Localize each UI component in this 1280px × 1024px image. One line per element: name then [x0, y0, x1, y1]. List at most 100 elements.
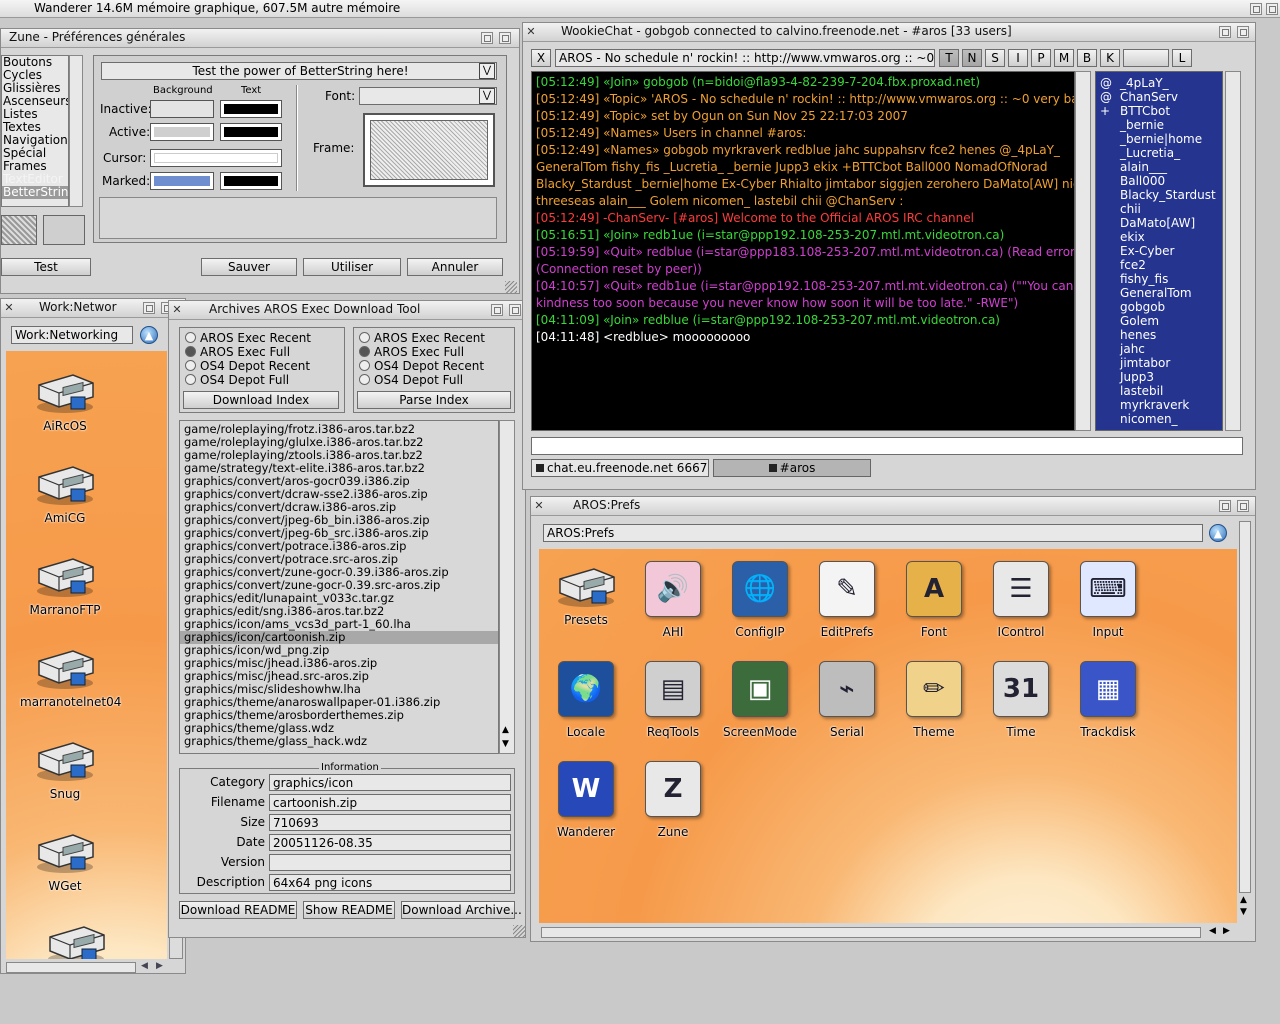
work-drawer-icon[interactable]: MarranoFTP [20, 551, 110, 617]
nick-list-item[interactable]: alain___ [1100, 160, 1218, 174]
download-archive-button[interactable]: Download Archive... [401, 901, 522, 919]
nick-list-item[interactable]: fce2 [1100, 258, 1218, 272]
work-titlebar[interactable]: ✕ Work:Networ [1, 299, 185, 318]
source-radio-option[interactable]: AROS Exec Full [185, 345, 311, 359]
prefs-icon[interactable]: ⌁ Serial [802, 661, 892, 739]
chat-log[interactable]: [05:12:49] «Join» gobgob (n=bidoi@fla93-… [531, 71, 1075, 431]
prefs-category-list[interactable]: Boutons Cycles Glissières Ascenseurs Listes T… [1, 55, 69, 207]
channel-mode-button[interactable]: M [1054, 49, 1074, 67]
inactive-bg-swatch[interactable] [150, 100, 214, 118]
nick-list-item[interactable]: myrkraverk [1100, 398, 1218, 412]
work-close-icon[interactable]: ✕ [3, 302, 15, 314]
nick-list-scrollbar[interactable] [1225, 71, 1241, 431]
work-drawer-icon[interactable]: marranotelnet04 [20, 643, 121, 709]
source-radio-option[interactable]: OS4 Depot Full [359, 373, 485, 387]
server-tab[interactable]: chat.eu.freenode.net 6667 no [531, 459, 709, 477]
frame-preview-button[interactable] [363, 113, 495, 187]
nick-list-item[interactable]: lastebil [1100, 384, 1218, 398]
info-value[interactable]: 20051126-08.35 [269, 834, 511, 851]
aros-prefs-scroll-right-icon[interactable]: ▶ [1223, 926, 1230, 936]
work-parent-icon[interactable]: ▲ [140, 326, 158, 344]
prefs-icon[interactable]: 🌍 Locale [541, 661, 631, 739]
nick-list-item[interactable]: _bernie [1100, 118, 1218, 132]
prefs-icon[interactable]: ✏ Theme [889, 661, 979, 739]
prefs-icon[interactable]: W Wanderer [541, 761, 631, 839]
show-readme-button[interactable]: Show README [303, 901, 395, 919]
file-list-up-icon[interactable]: ▲ [502, 725, 509, 735]
info-value[interactable] [269, 854, 511, 871]
aros-prefs-parent-icon[interactable]: ▲ [1209, 524, 1227, 542]
active-text-swatch[interactable] [220, 123, 282, 141]
source-radio-option[interactable]: OS4 Depot Full [185, 373, 311, 387]
prefs-icon[interactable]: ⌨ Input [1063, 561, 1153, 639]
nick-list-item[interactable]: GeneralTom [1100, 286, 1218, 300]
chat-input-field[interactable] [531, 437, 1243, 455]
download-index-button[interactable]: Download Index [183, 391, 339, 409]
source-radio-option[interactable]: OS4 Depot Recent [185, 359, 311, 373]
prefs-resize-handle[interactable] [505, 281, 517, 293]
nick-list-item[interactable]: + BTTCbot [1100, 104, 1218, 118]
marked-text-swatch[interactable] [220, 172, 282, 190]
nick-list-item[interactable]: Ex-Cyber [1100, 244, 1218, 258]
nick-list-item[interactable]: gobgob [1100, 300, 1218, 314]
archives-depth-button[interactable] [509, 304, 521, 316]
source-radio-option[interactable]: AROS Exec Recent [185, 331, 311, 345]
archives-resize-handle[interactable] [513, 925, 525, 937]
nick-list-item[interactable]: Ball000 [1100, 174, 1218, 188]
aros-prefs-close-icon[interactable]: ✕ [533, 500, 545, 512]
channel-mode-button[interactable]: P [1031, 49, 1051, 67]
nick-list-item[interactable]: Golem [1100, 314, 1218, 328]
nick-list-item[interactable]: nicomen_ [1100, 412, 1218, 426]
sample-dropdown-icon[interactable]: ⋁ [479, 63, 495, 79]
channel-mode-button[interactable]: I [1008, 49, 1028, 67]
info-value[interactable]: 710693 [269, 814, 511, 831]
prefs-icon[interactable]: ▣ ScreenMode [715, 661, 805, 739]
info-value[interactable]: graphics/icon [269, 774, 511, 791]
aros-prefs-titlebar[interactable]: ✕ AROS:Prefs [531, 497, 1255, 516]
font-popup-icon[interactable]: ⋁ [479, 88, 495, 104]
prefs-icon[interactable]: 🔊 AHI [628, 561, 718, 639]
aros-prefs-zoom-button[interactable] [1219, 500, 1231, 512]
source-radio-option[interactable]: OS4 Depot Recent [359, 359, 485, 373]
channel-tab[interactable]: #aros [713, 459, 871, 477]
prefs-icon[interactable]: 31 Time [976, 661, 1066, 739]
nick-list-item[interactable]: Jupp3 [1100, 370, 1218, 384]
inactive-text-swatch[interactable] [220, 100, 282, 118]
channel-mode-button[interactable] [1123, 49, 1169, 67]
source-radio-option[interactable]: AROS Exec Full [359, 345, 485, 359]
download-readme-button[interactable]: Download README [179, 901, 297, 919]
aros-prefs-vscrollbar[interactable] [1239, 521, 1251, 893]
chat-log-scrollbar[interactable] [1075, 71, 1091, 431]
font-field[interactable] [359, 87, 497, 105]
prefs-titlebar[interactable]: Zune - Préférences générales [1, 29, 519, 48]
channel-mode-button[interactable]: L [1172, 49, 1192, 67]
file-list[interactable]: game/roleplaying/frotz.i386-aros.tar.bz2… [179, 420, 499, 754]
work-zoom-button[interactable] [143, 302, 155, 314]
sample-text-field[interactable]: Test the power of BetterString here! [101, 62, 497, 80]
prefs-icon[interactable]: A Font [889, 561, 979, 639]
chat-zoom-button[interactable] [1219, 26, 1231, 38]
prefs-icon[interactable]: ▦ Trackdisk [1063, 661, 1153, 739]
prefs-category-item[interactable]: BetterString [2, 186, 68, 199]
work-drawer-icon[interactable]: AmiCG [20, 459, 110, 525]
channel-mode-button[interactable]: K [1100, 49, 1120, 67]
cursor-swatch[interactable] [150, 149, 282, 167]
prefs-image-button-2[interactable] [43, 215, 85, 245]
prefs-test-button[interactable]: Test [1, 258, 91, 276]
channel-mode-button[interactable]: N [962, 49, 982, 67]
prefs-zoom-button[interactable] [481, 32, 493, 44]
nick-list[interactable]: @ _4pLaY_ @ ChanServ + BTTCbot _bernie _bernie|… [1095, 71, 1223, 431]
active-bg-swatch[interactable] [150, 123, 214, 141]
channel-mode-button[interactable]: S [985, 49, 1005, 67]
nick-list-item[interactable]: ekix [1100, 230, 1218, 244]
prefs-icon[interactable]: ▤ ReqTools [628, 661, 718, 739]
nick-list-item[interactable]: jimtabor [1100, 356, 1218, 370]
channel-mode-button[interactable]: B [1077, 49, 1097, 67]
prefs-use-button[interactable]: Utiliser [303, 258, 401, 276]
nick-list-item[interactable]: henes [1100, 328, 1218, 342]
info-value[interactable]: cartoonish.zip [269, 794, 511, 811]
marked-bg-swatch[interactable] [150, 172, 214, 190]
prefs-depth-button[interactable] [499, 32, 511, 44]
chat-depth-button[interactable] [1237, 26, 1249, 38]
prefs-icon[interactable]: 🌐 ConfigIP [715, 561, 805, 639]
